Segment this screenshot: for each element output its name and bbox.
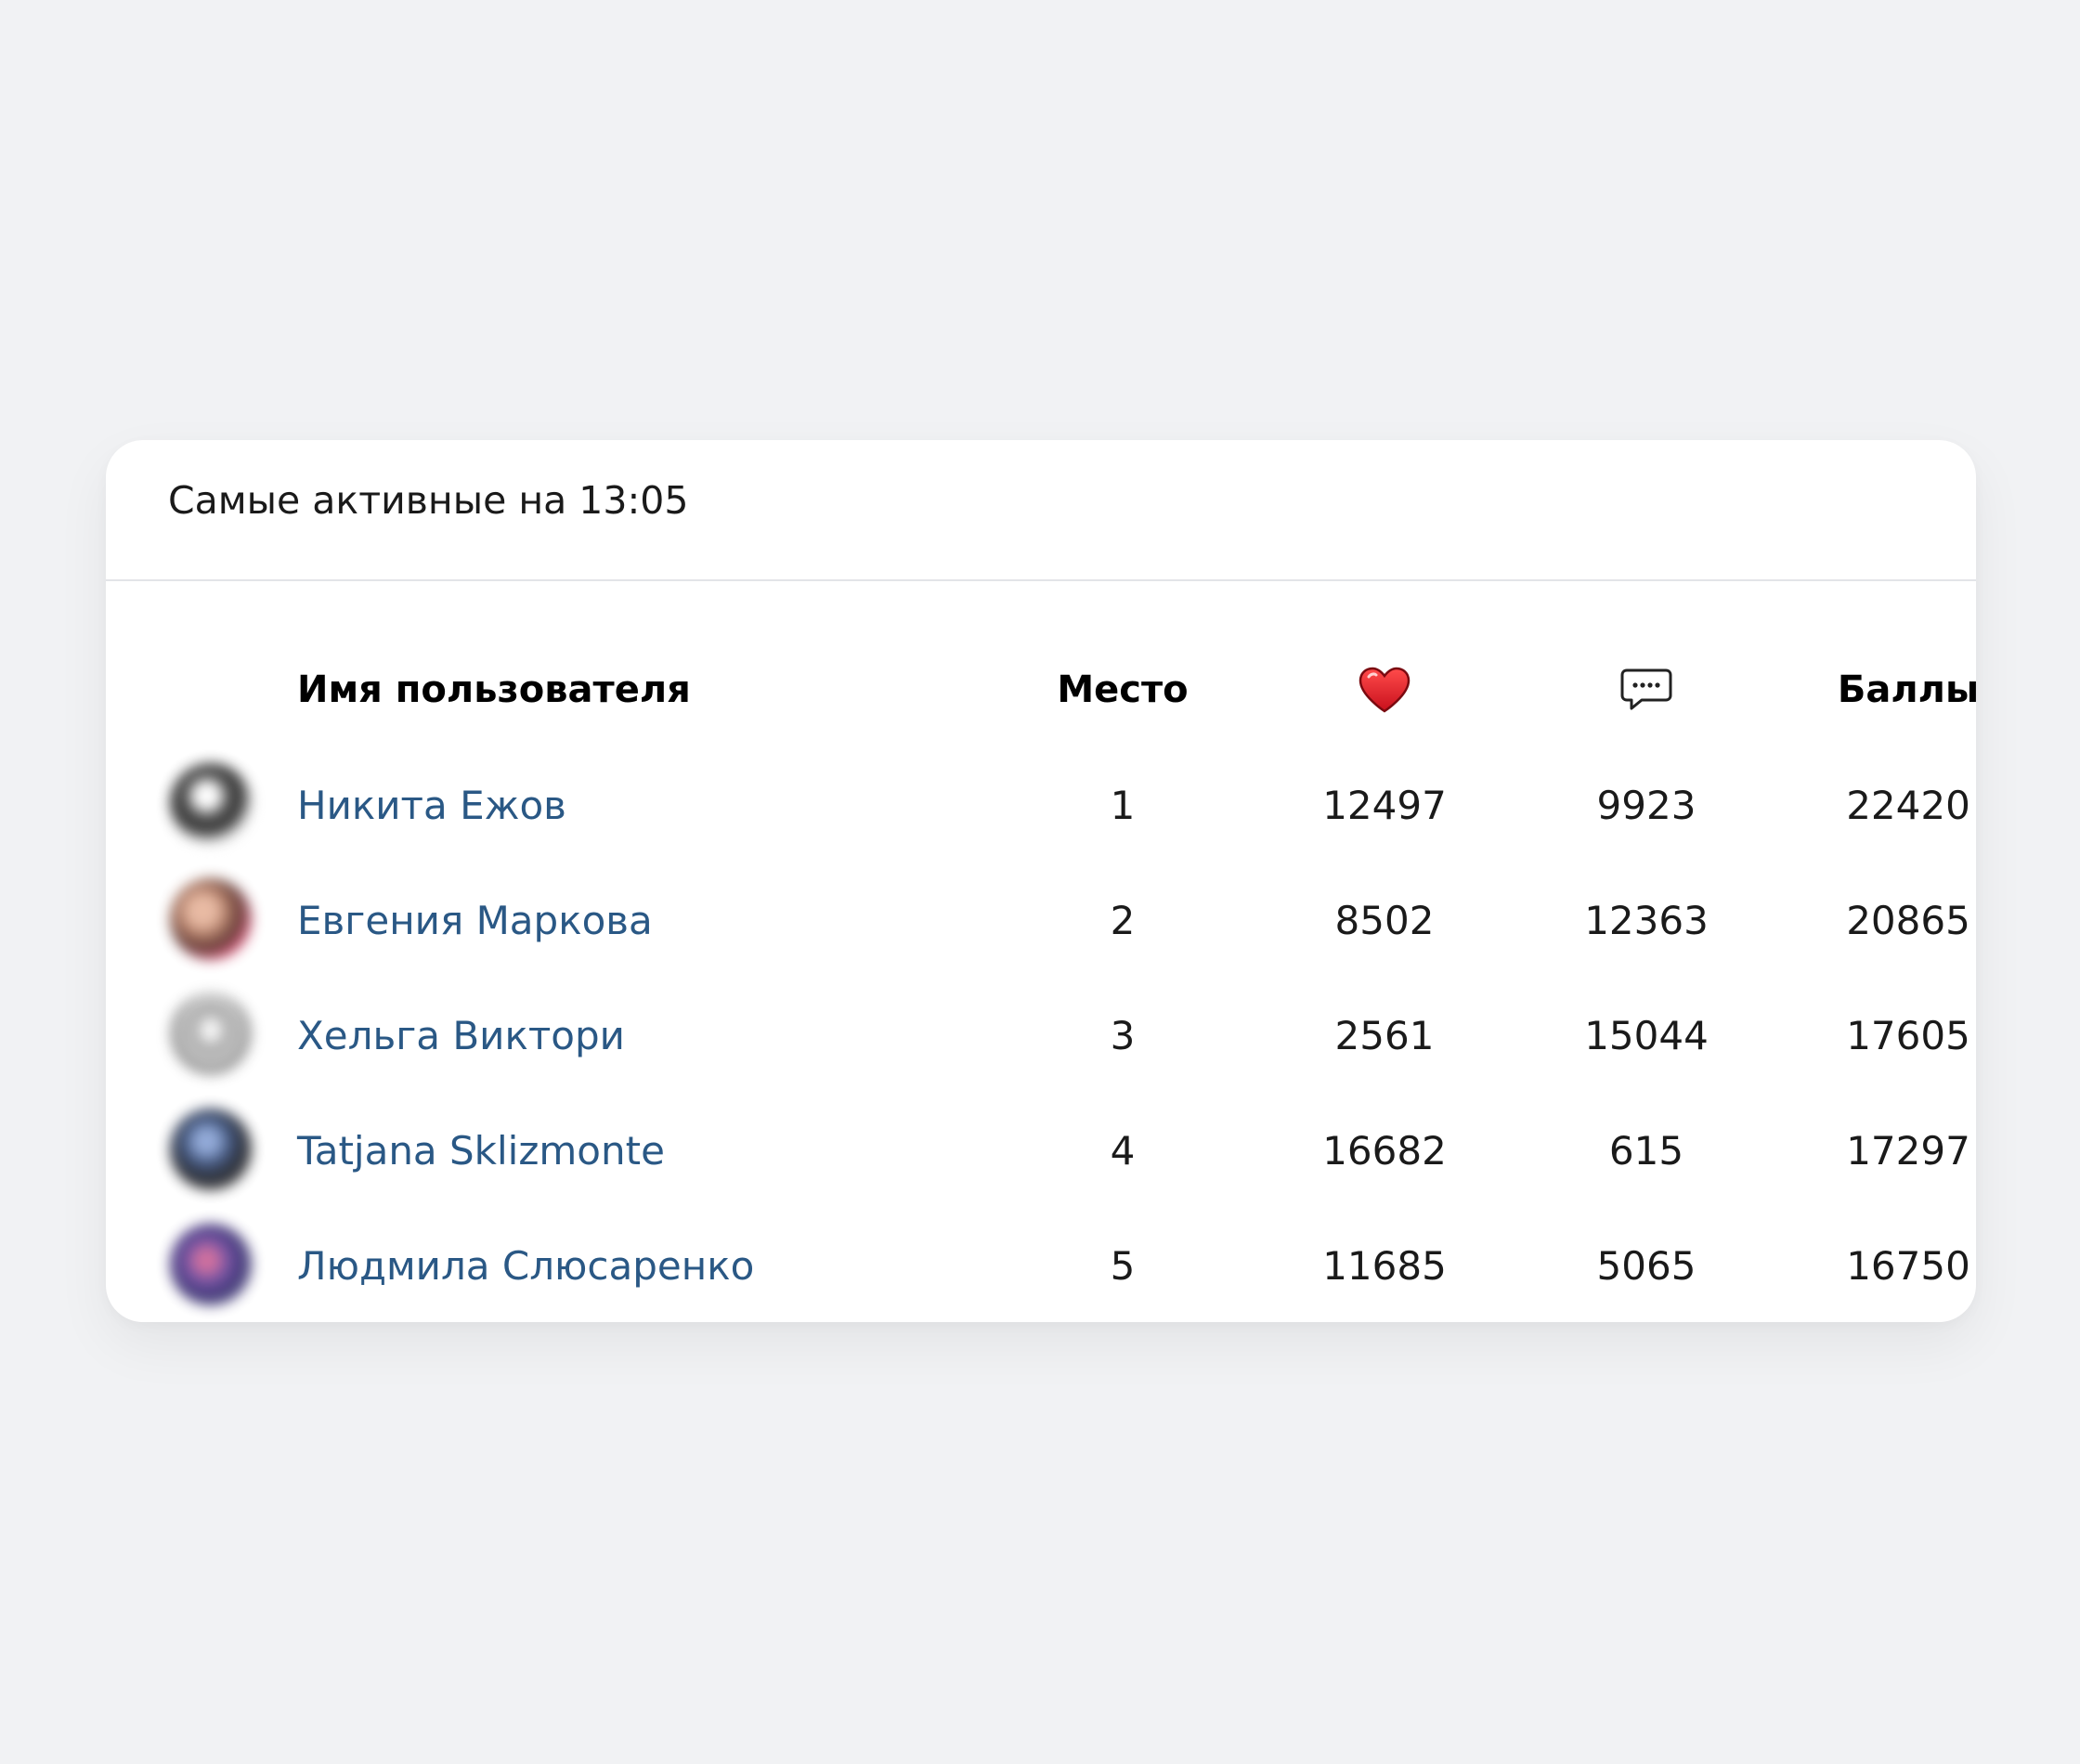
- place-value: 4: [1110, 1127, 1136, 1174]
- likes-value: 2561: [1334, 1012, 1435, 1058]
- comments-value: 615: [1608, 1127, 1684, 1174]
- avatar[interactable]: [170, 1109, 252, 1190]
- likes-value: 8502: [1334, 897, 1435, 943]
- comments-value: 15044: [1584, 1012, 1709, 1058]
- table-row: Tatjana Sklizmonte 4 16682 615 17297: [106, 1093, 1976, 1208]
- comment-icon: [1620, 668, 1672, 710]
- user-name-link[interactable]: Хельга Виктори: [297, 978, 625, 1093]
- place-value: 5: [1110, 1242, 1136, 1289]
- avatar[interactable]: [170, 763, 252, 845]
- column-header-score: Баллы: [1837, 668, 1976, 711]
- column-header-name: Имя пользователя: [297, 668, 691, 711]
- card-header: Самые активные на 13:05: [106, 440, 1976, 581]
- column-header-place: Место: [1057, 668, 1189, 711]
- leaderboard-card: Самые активные на 13:05 Имя пользователя…: [106, 440, 1976, 1322]
- score-value: 17297: [1846, 1127, 1970, 1174]
- user-name-link[interactable]: Евгения Маркова: [297, 863, 653, 978]
- user-name-link[interactable]: Никита Ежов: [297, 747, 566, 863]
- score-value: 22420: [1846, 782, 1970, 828]
- score-value: 16750: [1846, 1242, 1970, 1289]
- column-header-likes: [1236, 632, 1533, 747]
- table-row: Никита Ежов 1 12497 9923 22420: [106, 747, 1976, 863]
- card-title: Самые активные на 13:05: [168, 478, 689, 523]
- comments-value: 12363: [1584, 897, 1709, 943]
- likes-value: 11685: [1322, 1242, 1447, 1289]
- table-row: Хельга Виктори 3 2561 15044 17605: [106, 978, 1976, 1093]
- comments-value: 5065: [1596, 1242, 1696, 1289]
- table-header-row: Имя пользователя Место Баллы: [106, 632, 1976, 747]
- table-row: Людмила Слюсаренко 5 11685 5065 16750: [106, 1208, 1976, 1322]
- column-header-comments: [1498, 632, 1795, 747]
- table-row: Евгения Маркова 2 8502 12363 20865: [106, 863, 1976, 978]
- score-value: 20865: [1846, 897, 1970, 943]
- likes-value: 16682: [1322, 1127, 1447, 1174]
- score-value: 17605: [1846, 1012, 1970, 1058]
- place-value: 1: [1110, 782, 1136, 828]
- avatar[interactable]: [170, 1224, 252, 1305]
- user-name-link[interactable]: Tatjana Sklizmonte: [297, 1093, 665, 1208]
- avatar[interactable]: [170, 993, 252, 1075]
- place-value: 2: [1110, 897, 1136, 943]
- comments-value: 9923: [1596, 782, 1696, 828]
- user-name-link[interactable]: Людмила Слюсаренко: [297, 1208, 754, 1322]
- heart-icon: [1358, 667, 1410, 713]
- likes-value: 12497: [1322, 782, 1447, 828]
- place-value: 3: [1110, 1012, 1136, 1058]
- avatar[interactable]: [170, 878, 252, 960]
